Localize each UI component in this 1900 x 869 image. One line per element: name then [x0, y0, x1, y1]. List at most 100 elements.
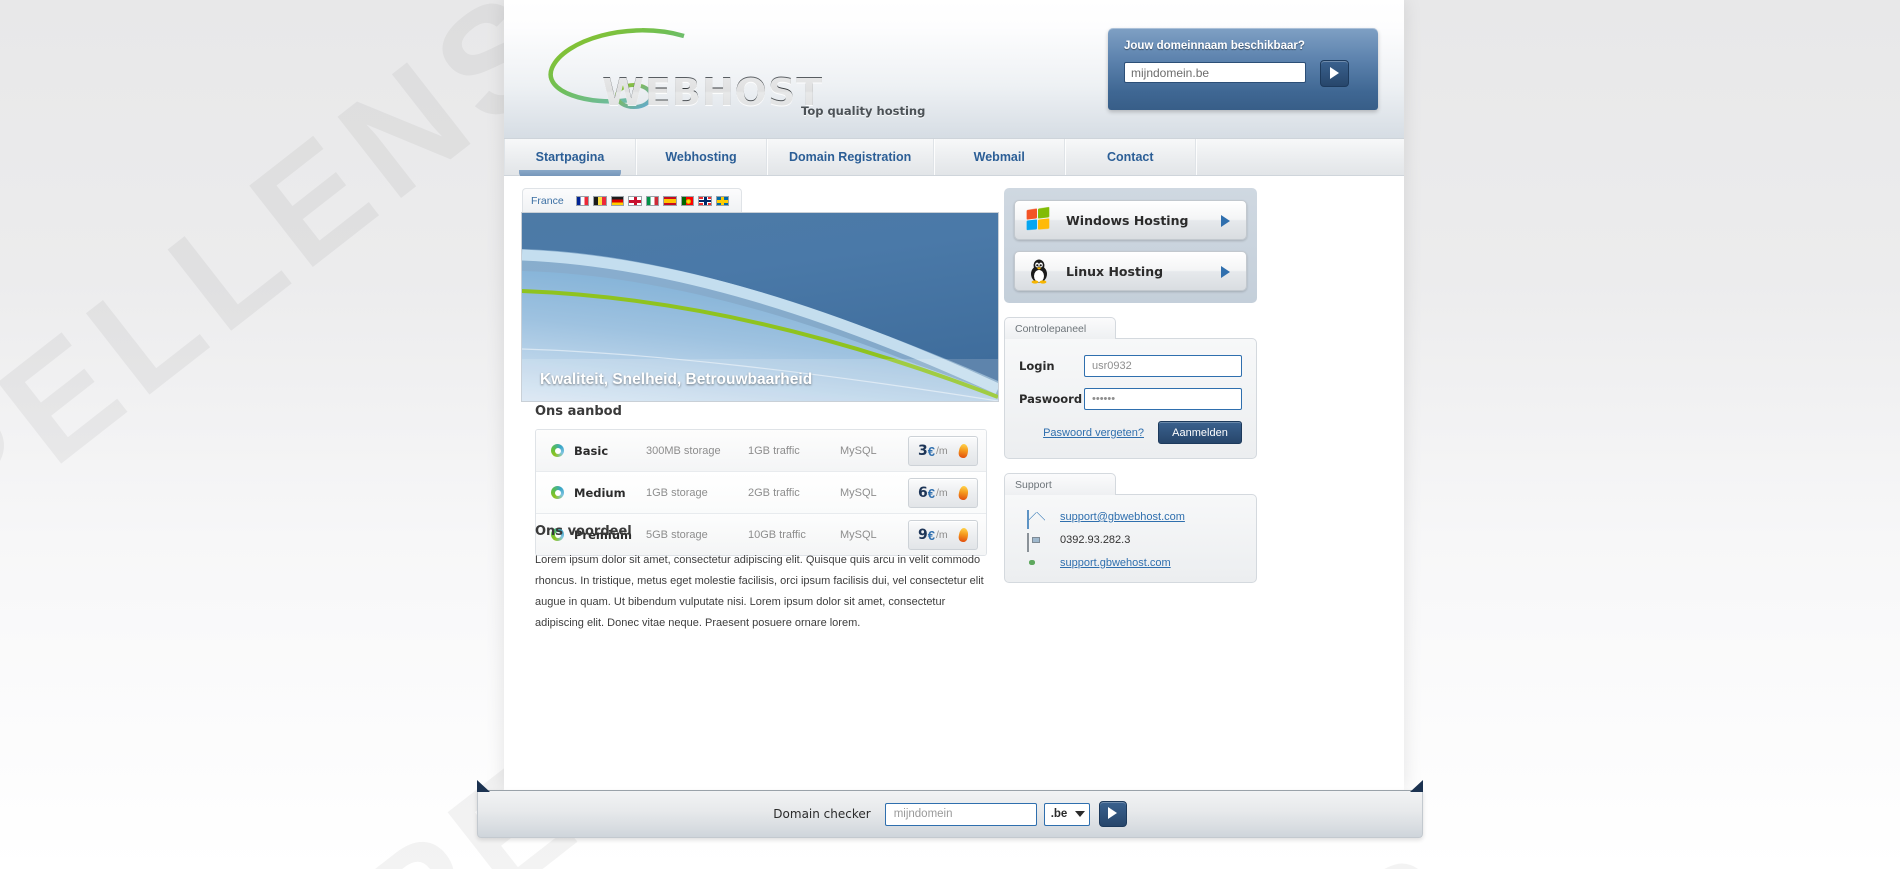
- plan-name: Medium: [574, 485, 626, 500]
- globe-icon: [1027, 556, 1044, 570]
- offers-heading: Ons aanbod: [535, 404, 622, 419]
- forgot-password-link[interactable]: Paswoord vergeten?: [1043, 427, 1144, 439]
- italy-flag[interactable]: [645, 195, 660, 206]
- support-site-row: support.gbwehost.com: [1027, 556, 1242, 570]
- envelope-icon: [1027, 510, 1044, 529]
- domain-panel-label: Jouw domeinnaam beschikbaar?: [1124, 40, 1305, 52]
- play-arrow-icon: [1107, 807, 1117, 819]
- support-fax-row: 0392.93.282.3: [1027, 533, 1242, 552]
- login-submit-button[interactable]: Aanmelden: [1158, 421, 1242, 444]
- england-flag[interactable]: [628, 195, 642, 206]
- language-bar: France: [522, 188, 742, 212]
- hosting-button-label: Linux Hosting: [1066, 263, 1164, 279]
- portugal-flag[interactable]: [680, 195, 695, 206]
- domain-checker-go-button[interactable]: [1098, 801, 1127, 827]
- belgium-flag[interactable]: [593, 195, 607, 206]
- controlpanel-body: Login Paswoord Paswoord vergeten? Aanmel…: [1004, 338, 1257, 459]
- nav-item-startpagina[interactable]: Startpagina: [504, 139, 636, 179]
- support-body: support@gbwebhost.com 0392.93.282.3 supp…: [1004, 494, 1257, 583]
- plan-traffic: 2GB traffic: [748, 486, 800, 499]
- nav-item-webmail[interactable]: Webmail: [934, 139, 1066, 175]
- hero-banner: Kwaliteit, Snelheid, Betrouwbaarheid: [521, 212, 999, 402]
- support-fax: 0392.93.282.3: [1060, 534, 1131, 546]
- price-amount: 3: [918, 443, 928, 459]
- controlpanel-panel: Controlepaneel Login Paswoord Paswoord v…: [1004, 317, 1257, 459]
- page-body: France Kwaliteit, Snelheid, Betrouwbaarh…: [504, 176, 1404, 791]
- domain-search-input[interactable]: [1124, 62, 1306, 83]
- sweden-flag[interactable]: [715, 195, 730, 206]
- main-navigation: Startpagina Webhosting Domain Registrati…: [504, 138, 1404, 179]
- price-currency: €: [927, 527, 935, 543]
- site-header: WEBHOST Top quality hosting Jouw domeinn…: [504, 0, 1404, 138]
- tab-controlepaneel[interactable]: Controlepaneel: [1004, 317, 1116, 339]
- price-currency: €: [927, 443, 935, 459]
- plan-price-button[interactable]: 3 € /m: [908, 436, 978, 466]
- flame-icon: [957, 485, 970, 501]
- nav-item-webhosting[interactable]: Webhosting: [636, 139, 767, 175]
- password-field-row: Paswoord: [1019, 388, 1242, 410]
- nav-filler: [1196, 139, 1404, 175]
- plan-traffic: 10GB traffic: [748, 528, 806, 541]
- windows-hosting-button[interactable]: Windows Hosting: [1014, 200, 1247, 240]
- support-panel: Support support@gbwebhost.com 0392.93.28…: [1004, 473, 1257, 583]
- domain-search-button[interactable]: [1320, 60, 1349, 87]
- tld-select[interactable]: .be: [1043, 802, 1090, 826]
- domain-checker-label: Domain checker: [773, 807, 871, 821]
- price-amount: 9: [918, 527, 928, 543]
- logo-tagline: Top quality hosting: [801, 104, 926, 118]
- hero-title: Kwaliteit, Snelheid, Betrouwbaarheid: [540, 371, 813, 388]
- password-label: Paswoord: [1019, 392, 1083, 406]
- table-row[interactable]: Basic 300MB storage 1GB traffic MySQL 3 …: [536, 430, 986, 472]
- tab-support[interactable]: Support: [1004, 473, 1116, 495]
- fax-icon: [1027, 533, 1044, 552]
- logo-wordmark: WEBHOST: [602, 70, 824, 114]
- play-arrow-icon: [1221, 215, 1230, 227]
- linux-hosting-button[interactable]: Linux Hosting: [1014, 251, 1247, 291]
- domain-availability-panel: Jouw domeinnaam beschikbaar?: [1108, 28, 1378, 110]
- france-flag[interactable]: [575, 195, 590, 206]
- domain-checker-input[interactable]: [884, 802, 1037, 826]
- domain-checker-bar: Domain checker .be: [477, 780, 1423, 838]
- plan-price-button[interactable]: 9 € /m: [908, 520, 978, 550]
- linux-penguin-icon: [1026, 258, 1052, 284]
- controlpanel-actions: Paswoord vergeten? Aanmelden: [1019, 421, 1242, 444]
- hosting-button-label: Windows Hosting: [1066, 212, 1189, 228]
- plan-storage: 1GB storage: [646, 486, 708, 499]
- price-amount: 6: [918, 485, 928, 501]
- fold-corner-left-icon: [477, 780, 490, 792]
- plan-database: MySQL: [840, 528, 877, 541]
- plan-name: Basic: [574, 443, 609, 458]
- norway-flag[interactable]: [698, 195, 712, 206]
- password-input[interactable]: [1084, 388, 1242, 410]
- sidebar: Windows Hosting Linux Hosting Controlepa…: [1004, 188, 1257, 583]
- site-logo[interactable]: WEBHOST Top quality hosting: [534, 26, 925, 118]
- plan-storage: 300MB storage: [646, 444, 721, 457]
- plan-price-button[interactable]: 6 € /m: [908, 478, 978, 508]
- plan-database: MySQL: [840, 444, 877, 457]
- chevron-down-icon: [1074, 811, 1085, 817]
- tld-value: .be: [1050, 808, 1068, 820]
- windows-logo-icon: [1026, 206, 1052, 233]
- website-page: WEBHOST Top quality hosting Jouw domeinn…: [504, 0, 1404, 791]
- germany-flag[interactable]: [610, 195, 625, 206]
- plan-traffic: 1GB traffic: [748, 444, 800, 457]
- nav-item-contact[interactable]: Contact: [1065, 139, 1197, 175]
- support-website[interactable]: support.gbwehost.com: [1060, 557, 1171, 569]
- current-country-label: France: [531, 194, 564, 207]
- hosting-options-box: Windows Hosting Linux Hosting: [1004, 188, 1257, 303]
- play-arrow-icon: [1330, 67, 1339, 79]
- login-field-row: Login: [1019, 355, 1242, 377]
- price-period: /m: [935, 445, 948, 457]
- flame-icon: [957, 527, 970, 543]
- login-label: Login: [1019, 359, 1055, 373]
- price-period: /m: [935, 487, 948, 499]
- table-row[interactable]: Medium 1GB storage 2GB traffic MySQL 6 €…: [536, 472, 986, 514]
- price-currency: €: [927, 485, 935, 501]
- flame-icon: [957, 443, 970, 459]
- spain-flag[interactable]: [663, 195, 677, 206]
- login-input[interactable]: [1084, 355, 1242, 377]
- fold-corner-right-icon: [1410, 780, 1423, 792]
- advantage-heading: Ons voordeel: [535, 524, 632, 539]
- nav-item-domain-registration[interactable]: Domain Registration: [767, 139, 935, 175]
- support-email[interactable]: support@gbwebhost.com: [1060, 511, 1185, 523]
